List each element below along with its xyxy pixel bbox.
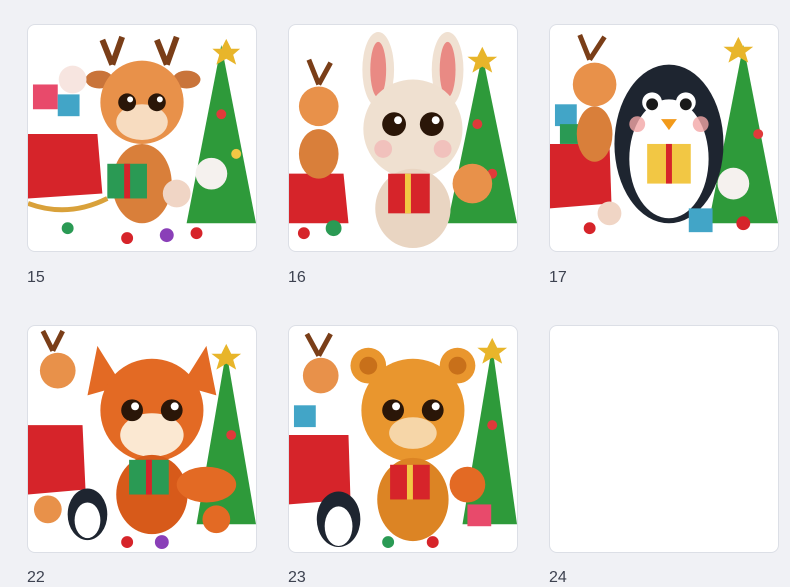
thumbnail-card-17[interactable]: [549, 24, 779, 252]
bear-cub-with-gift-icon: [289, 332, 517, 549]
penguin-with-gift-icon: [550, 33, 778, 235]
fawn-with-gift-icon: [28, 35, 256, 245]
thumbnail-card-15[interactable]: [27, 24, 257, 252]
thumbnail-card-22[interactable]: [27, 325, 257, 553]
thumbnail-number: 15: [27, 269, 45, 286]
thumbnail-card-16[interactable]: [288, 24, 518, 252]
thumbnail-card-23[interactable]: [288, 325, 518, 553]
bunny-with-gift-icon: [289, 31, 517, 249]
thumbnail-number: 17: [549, 269, 567, 286]
thumbnail-number: 22: [27, 569, 45, 586]
thumbnail-number: 23: [288, 569, 306, 586]
thumbnail-number: 16: [288, 269, 306, 286]
thumbnail-number: 24: [549, 569, 567, 586]
thumbnail-card-24[interactable]: [549, 325, 779, 553]
fox-with-gift-icon: [28, 329, 256, 550]
